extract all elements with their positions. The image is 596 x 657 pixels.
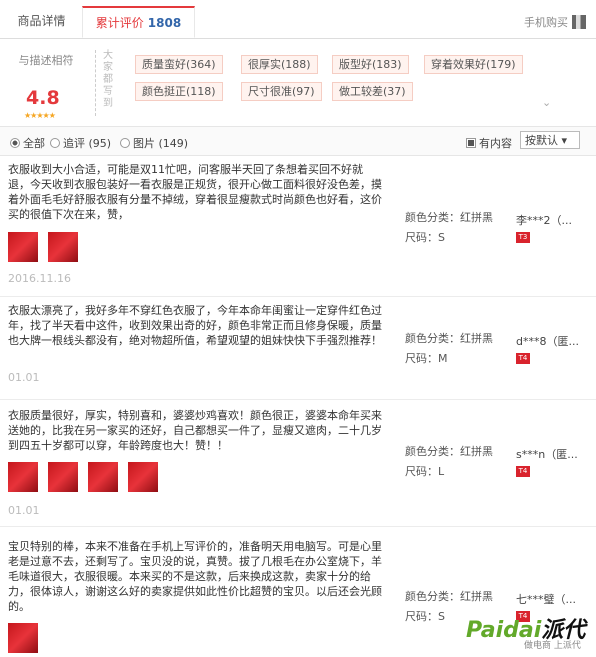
- radio-icon: [10, 138, 20, 148]
- filter-pictures-label: 图片 (149): [133, 137, 189, 150]
- chevron-down-icon: ▾: [561, 134, 568, 147]
- review-attributes: 颜色分类：红拼黑 尺码：M: [405, 329, 493, 369]
- review-filter-bar: 全部 追评 (95) 图片 (149) 有内容 按默认 ▾: [0, 127, 596, 156]
- member-level-badge: T4: [516, 466, 530, 477]
- radio-icon: [120, 138, 130, 148]
- filter-all-label: 全部: [23, 137, 45, 150]
- mobile-buy-label: 手机购买: [524, 16, 568, 29]
- member-level-badge: T4: [516, 353, 530, 364]
- reviewer-name: 七***璧（...: [516, 593, 576, 606]
- size-variant: 尺码：M: [405, 352, 448, 365]
- review-date: 01.01: [8, 371, 40, 384]
- review-text: 衣服质量很好，厚实，特别喜和，婆婆炒鸡喜欢！颜色很正，婆婆本命年买来送她的，比我…: [8, 409, 382, 452]
- tag-fit[interactable]: 版型好(183): [332, 55, 409, 74]
- size-variant: 尺码：L: [405, 465, 445, 478]
- rating-stars: ★★★★★: [24, 111, 56, 120]
- color-variant: 颜色分类：红拼黑: [405, 445, 493, 458]
- review-photo[interactable]: [48, 462, 78, 492]
- review-attributes: 颜色分类：红拼黑 尺码：L: [405, 442, 493, 482]
- sort-label: 按默认: [525, 134, 558, 147]
- filter-pictures[interactable]: 图片 (149): [120, 135, 188, 151]
- have-content-label: 有内容: [479, 137, 512, 150]
- filter-append-label: 追评 (95): [63, 137, 112, 150]
- review-date: 01.01: [8, 504, 40, 517]
- chevron-down-icon[interactable]: ⌄: [542, 96, 551, 109]
- review-text: 衣服太漂亮了，我好多年不穿红色衣服了，今年本命年闺蜜让一定穿件红色过年，找了半天…: [8, 304, 382, 347]
- radio-icon: [50, 138, 60, 148]
- review-photo[interactable]: [48, 232, 78, 262]
- have-content-checkbox[interactable]: 有内容: [466, 135, 512, 151]
- member-level-badge: T3: [516, 232, 530, 243]
- rating-score: 4.8: [26, 87, 60, 109]
- color-variant: 颜色分类：红拼黑: [405, 590, 493, 603]
- size-variant: 尺码：S: [405, 231, 445, 244]
- review-photos: [8, 623, 48, 653]
- tab-reviews[interactable]: 累计评价 1808: [82, 6, 195, 38]
- filter-append[interactable]: 追评 (95): [50, 135, 111, 151]
- score-label: 与描述相符: [18, 54, 74, 67]
- review-photo[interactable]: [8, 462, 38, 492]
- mobile-buy-link[interactable]: 手机购买: [524, 14, 586, 30]
- color-variant: 颜色分类：红拼黑: [405, 211, 493, 224]
- review-photos: [8, 232, 88, 262]
- reviewer-name: s***n（匿...: [516, 448, 578, 461]
- watermark-slogan: 做电商 上派代: [524, 641, 581, 651]
- tag-workmanship[interactable]: 做工较差(37): [332, 82, 413, 101]
- tag-thick[interactable]: 很厚实(188): [241, 55, 318, 74]
- review-photos: [8, 462, 168, 492]
- review-summary: 与描述相符 4.8 ★★★★★ 大家都写到 质量蛮好(364) 很厚实(188)…: [0, 38, 596, 127]
- review-count: 1808: [147, 16, 182, 30]
- review-photo[interactable]: [128, 462, 158, 492]
- review-photo[interactable]: [88, 462, 118, 492]
- color-variant: 颜色分类：红拼黑: [405, 332, 493, 345]
- review-photo[interactable]: [8, 232, 38, 262]
- tag-color[interactable]: 颜色挺正(118): [135, 82, 223, 101]
- qr-code-icon: [572, 15, 586, 29]
- reviewer-name: 李***2（...: [516, 214, 572, 227]
- sort-select[interactable]: 按默认 ▾: [520, 131, 580, 149]
- review-text: 宝贝特别的棒，本来不准备在手机上写评价的，准备明天用电脑写。可是心里老是过意不去…: [8, 540, 382, 613]
- review-item: 衣服质量很好，厚实，特别喜和，婆婆炒鸡喜欢！颜色很正，婆婆本命年买来送她的，比我…: [0, 400, 596, 527]
- review-photo[interactable]: [8, 623, 38, 653]
- review-attributes: 颜色分类：红拼黑 尺码：S: [405, 208, 493, 248]
- tag-size[interactable]: 尺寸很准(97): [241, 82, 322, 101]
- filter-all[interactable]: 全部: [10, 135, 45, 151]
- review-text: 衣服收到大小合适，可能是双11忙吧，问客服半天回了条想着买回不好就退，今天收到衣…: [8, 163, 382, 221]
- reviewer-name: d***8（匿...: [516, 335, 579, 348]
- checkbox-icon: [466, 138, 476, 148]
- review-date: 2016.11.16: [8, 272, 71, 285]
- tab-product-detail[interactable]: 商品详情: [4, 6, 79, 38]
- impression-label: 大家都写到: [103, 50, 113, 109]
- tag-wear-effect[interactable]: 穿着效果好(179): [424, 55, 523, 74]
- tag-quality[interactable]: 质量蛮好(364): [135, 55, 223, 74]
- tab-bar: 商品详情 累计评价 1808 手机购买: [0, 0, 596, 39]
- review-item: 衣服收到大小合适，可能是双11忙吧，问客服半天回了条想着买回不好就退，今天收到衣…: [0, 156, 596, 297]
- tab-reviews-label: 累计评价: [95, 16, 144, 30]
- divider: [95, 50, 96, 116]
- review-item: 衣服太漂亮了，我好多年不穿红色衣服了，今年本命年闺蜜让一定穿件红色过年，找了半天…: [0, 297, 596, 400]
